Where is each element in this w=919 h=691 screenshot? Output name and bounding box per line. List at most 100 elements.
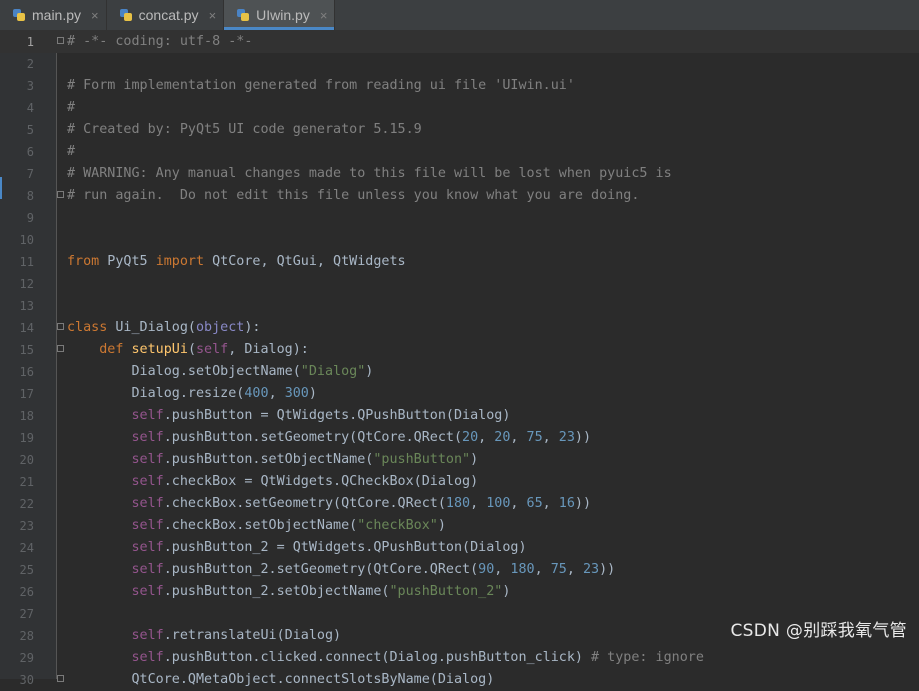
code-token: 400 [244, 386, 269, 401]
code-token: .pushButton_2.setObjectName( [163, 584, 390, 599]
line-number: 13 [19, 299, 34, 313]
code-line[interactable]: 3 # Form implementation generated from re… [0, 75, 919, 97]
code-token: .checkBox.setObjectName( [163, 518, 358, 533]
close-icon[interactable]: × [91, 8, 99, 23]
line-number: 2 [26, 57, 34, 71]
code-line[interactable]: 20 self.pushButton.setObjectName("pushBu… [0, 449, 919, 471]
code-line[interactable]: 16 Dialog.setObjectName("Dialog") [0, 361, 919, 383]
fold-marker-icon[interactable] [57, 345, 64, 352]
code-token: 16 [558, 496, 575, 511]
code-editor[interactable]: 1 # -*- coding: utf-8 -*- 2 3 # Form impleme… [0, 31, 919, 687]
code-text: self.pushButton_2.setGeometry(QtCore.QRe… [67, 559, 616, 581]
code-token: Dialog.resize( [67, 386, 245, 401]
code-token: , [478, 430, 495, 445]
code-token: .pushButton.setObjectName( [163, 452, 374, 467]
code-line[interactable]: 22 self.checkBox.setGeometry(QtCore.QRec… [0, 493, 919, 515]
code-token: 20 [494, 430, 511, 445]
code-line[interactable]: 30 QtCore.QMetaObject.connectSlotsByName… [0, 669, 919, 691]
line-number: 3 [26, 79, 34, 93]
code-token: "pushButton_2" [389, 584, 503, 599]
code-token: 65 [526, 496, 543, 511]
code-token: , [268, 386, 285, 401]
line-number: 8 [26, 189, 34, 203]
code-token: Dialog.setObjectName( [67, 364, 301, 379]
code-text: def setupUi(self, Dialog): [67, 339, 309, 361]
code-token: ) [365, 364, 374, 379]
code-line[interactable]: 21 self.checkBox = QtWidgets.QCheckBox(D… [0, 471, 919, 493]
code-token: ): [244, 320, 261, 335]
code-line[interactable]: 18 self.pushButton = QtWidgets.QPushButt… [0, 405, 919, 427]
code-line[interactable]: 24 self.pushButton_2 = QtWidgets.QPushBu… [0, 537, 919, 559]
tab-main-py[interactable]: main.py × [0, 0, 107, 30]
code-token: .pushButton.clicked.connect(Dialog.pushB… [163, 650, 592, 665]
code-line[interactable]: 23 self.checkBox.setObjectName("checkBox… [0, 515, 919, 537]
line-number: 30 [19, 673, 34, 687]
code-line[interactable]: 29 self.pushButton.clicked.connect(Dialo… [0, 647, 919, 669]
code-line[interactable]: 10 [0, 229, 919, 251]
code-token: ) [308, 386, 317, 401]
code-token: self [131, 430, 164, 445]
code-token: 75 [550, 562, 567, 577]
watermark: CSDN @别踩我氧气管 [730, 621, 907, 641]
code-token: , [542, 496, 559, 511]
fold-marker-icon[interactable] [57, 323, 64, 330]
code-line[interactable]: 13 [0, 295, 919, 317]
code-line[interactable]: 7 # WARNING: Any manual changes made to t… [0, 163, 919, 185]
tab-uiwin-py[interactable]: UIwin.py × [224, 0, 336, 30]
close-icon[interactable]: × [209, 8, 217, 23]
code-token: , [510, 496, 527, 511]
code-token: "pushButton" [373, 452, 471, 467]
code-token: 100 [486, 496, 511, 511]
code-text: Dialog.resize(400, 300) [67, 383, 317, 405]
code-line[interactable]: 19 self.pushButton.setGeometry(QtCore.QR… [0, 427, 919, 449]
code-token: self [131, 562, 164, 577]
code-line[interactable]: 15 def setupUi(self, Dialog): [0, 339, 919, 361]
code-line[interactable]: 17 Dialog.resize(400, 300) [0, 383, 919, 405]
code-token: PyQt5 [99, 254, 156, 269]
code-token: self [196, 342, 229, 357]
code-token: , [566, 562, 583, 577]
line-number: 1 [26, 35, 34, 49]
code-line[interactable]: 9 [0, 207, 919, 229]
code-line[interactable]: 1 # -*- coding: utf-8 -*- [0, 31, 919, 53]
code-token: # -*- coding: utf-8 -*- [67, 34, 253, 49]
code-text: self.checkBox = QtWidgets.QCheckBox(Dial… [67, 471, 479, 493]
code-line[interactable]: 8 # run again. Do not edit this file unle… [0, 185, 919, 207]
close-icon[interactable]: × [320, 8, 328, 23]
code-text: self.pushButton_2 = QtWidgets.QPushButto… [67, 537, 527, 559]
code-token: ) [502, 584, 511, 599]
code-token: , [494, 562, 511, 577]
code-token: QtCore, QtGui, QtWidgets [204, 254, 406, 269]
code-token: .checkBox = QtWidgets.QCheckBox(Dialog) [163, 474, 479, 489]
python-file-icon [12, 8, 26, 22]
code-line[interactable]: 6 # [0, 141, 919, 163]
code-line[interactable]: 12 [0, 273, 919, 295]
code-token: )) [574, 430, 592, 445]
code-token: self [131, 474, 164, 489]
fold-marker-icon[interactable] [57, 191, 64, 198]
code-token: , [510, 430, 527, 445]
code-token: 180 [445, 496, 471, 511]
code-line[interactable]: 4 # [0, 97, 919, 119]
code-token: setupUi [131, 342, 188, 357]
line-number: 4 [26, 101, 34, 115]
code-line[interactable]: 26 self.pushButton_2.setObjectName("push… [0, 581, 919, 603]
code-token: QtCore.QMetaObject.connectSlotsByName(Di… [67, 672, 495, 687]
code-line[interactable]: 14 class Ui_Dialog(object): [0, 317, 919, 339]
code-line[interactable]: 11 from PyQt5 import QtCore, QtGui, QtWid… [0, 251, 919, 273]
tab-concat-py[interactable]: concat.py × [107, 0, 225, 30]
code-line[interactable]: 5 # Created by: PyQt5 UI code generator 5… [0, 119, 919, 141]
code-token: self [131, 650, 164, 665]
code-token: 300 [284, 386, 309, 401]
code-token: def [99, 342, 124, 357]
code-line[interactable]: 2 [0, 53, 919, 75]
fold-marker-icon[interactable] [57, 37, 64, 44]
code-token: ( [187, 342, 196, 357]
code-text: class Ui_Dialog(object): [67, 317, 261, 339]
code-line[interactable]: 25 self.pushButton_2.setGeometry(QtCore.… [0, 559, 919, 581]
